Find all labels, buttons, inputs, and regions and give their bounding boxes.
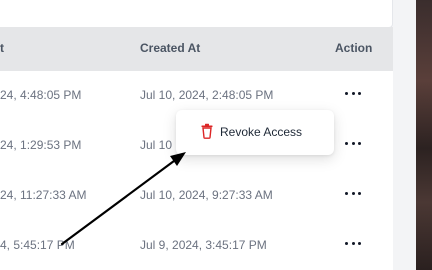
table-row: 24, 11:27:33 AM Jul 10, 2024, 9:27:33 AM bbox=[0, 171, 393, 222]
row-actions-button[interactable] bbox=[345, 235, 361, 251]
row-actions-button[interactable] bbox=[345, 185, 361, 201]
header-action: Action bbox=[335, 41, 373, 55]
table-header: t Created At Action bbox=[0, 27, 393, 71]
cell-last-used: 24, 1:29:53 PM bbox=[0, 138, 82, 152]
revoke-access-label: Revoke Access bbox=[220, 125, 303, 139]
header-last-used: t bbox=[0, 41, 4, 55]
revoke-access-menu-item[interactable]: Revoke Access bbox=[176, 110, 334, 155]
cell-created-at: Jul 10, 2024, 2:48:05 PM bbox=[140, 88, 274, 102]
top-card bbox=[0, 0, 393, 28]
row-actions-button[interactable] bbox=[345, 85, 361, 101]
table-row: 4, 5:45:17 PM Jul 9, 2024, 3:45:17 PM bbox=[0, 221, 393, 270]
right-gutter bbox=[393, 0, 416, 270]
trash-icon bbox=[201, 123, 213, 139]
cell-created-at: Jul 10 bbox=[140, 138, 173, 152]
cell-created-at: Jul 9, 2024, 3:45:17 PM bbox=[140, 238, 267, 252]
cell-last-used: 24, 4:48:05 PM bbox=[0, 88, 82, 102]
header-created-at: Created At bbox=[140, 41, 201, 55]
row-actions-button[interactable] bbox=[345, 135, 361, 151]
row-actions-menu: Revoke Access bbox=[176, 110, 334, 155]
background-image-edge bbox=[416, 0, 432, 270]
cell-last-used: 24, 11:27:33 AM bbox=[0, 188, 87, 202]
cell-created-at: Jul 10, 2024, 9:27:33 AM bbox=[140, 188, 273, 202]
cell-last-used: 4, 5:45:17 PM bbox=[0, 238, 75, 252]
